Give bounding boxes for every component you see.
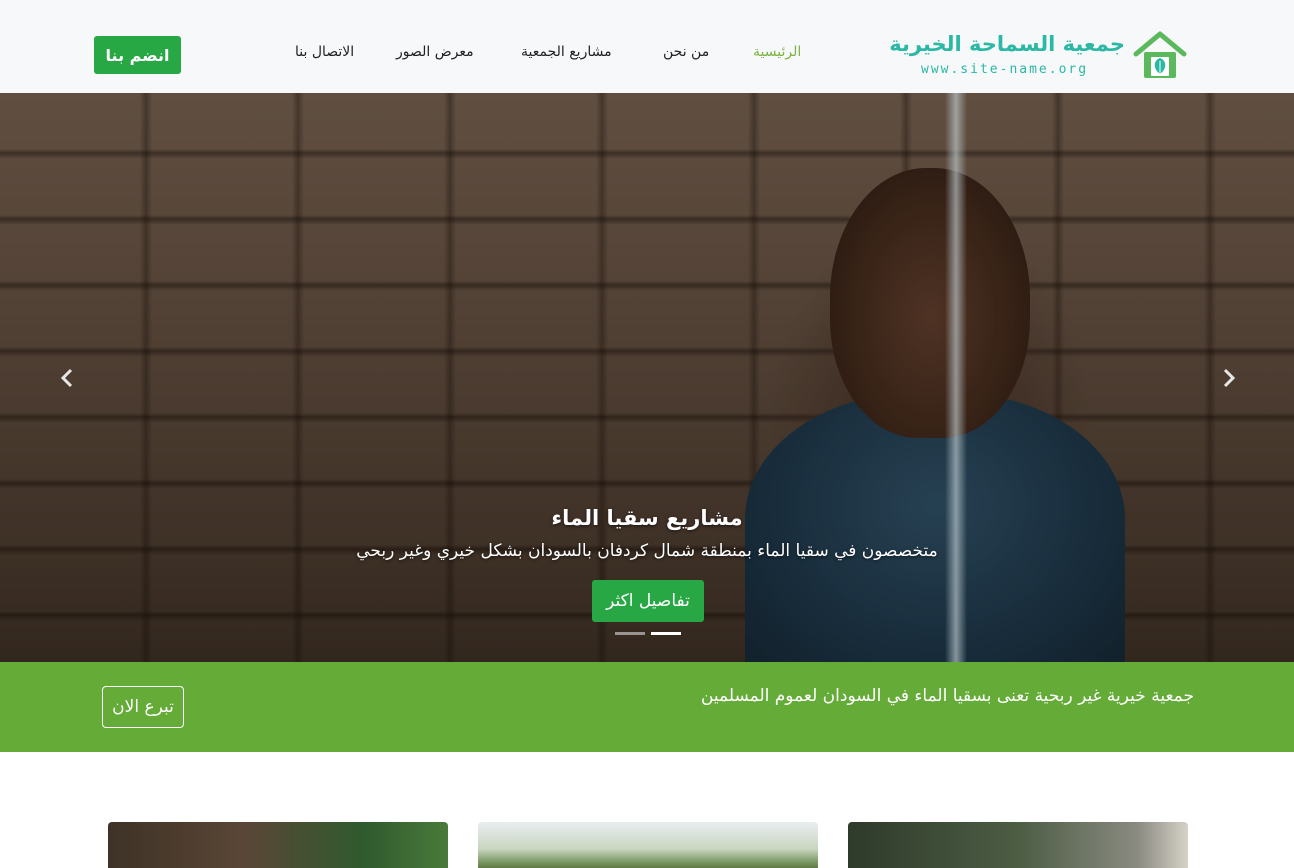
logo-url: www.site-name.org bbox=[921, 62, 1089, 77]
carousel-indicator-1[interactable] bbox=[615, 632, 645, 635]
nav-item-projects[interactable]: مشاريع الجمعية bbox=[521, 44, 612, 66]
hero-carousel: مشاريع سقيا الماء متخصصون في سقيا الماء … bbox=[0, 93, 1294, 662]
hero-title: مشاريع سقيا الماء bbox=[551, 506, 743, 530]
nav-item-about[interactable]: من نحن bbox=[663, 44, 709, 66]
chevron-right-icon[interactable] bbox=[1219, 368, 1239, 388]
join-us-button[interactable]: انضم بنا bbox=[94, 36, 181, 74]
donate-now-button[interactable]: تبرع الان bbox=[102, 686, 184, 728]
chevron-left-icon[interactable] bbox=[57, 368, 77, 388]
mission-band: جمعية خيرية غير ربحية تعنى بسقيا الماء ف… bbox=[0, 662, 1294, 752]
nav-item-gallery[interactable]: معرض الصور bbox=[396, 44, 474, 66]
carousel-indicator-2[interactable] bbox=[651, 632, 681, 635]
hero-overlay bbox=[0, 93, 1294, 662]
mission-text: جمعية خيرية غير ربحية تعنى بسقيا الماء ف… bbox=[700, 686, 1194, 706]
house-leaf-icon bbox=[1133, 31, 1187, 78]
nav-item-home[interactable]: الرئيسية bbox=[753, 44, 801, 66]
more-details-button[interactable]: تفاصيل اكثر bbox=[592, 580, 704, 622]
nav-item-contact[interactable]: الاتصال بنا bbox=[295, 44, 354, 66]
logo-title: جمعية السماحة الخيرية bbox=[889, 32, 1125, 56]
site-logo[interactable]: جمعية السماحة الخيرية www.site-name.org bbox=[889, 28, 1188, 80]
project-card-image[interactable] bbox=[478, 822, 818, 868]
site-header: انضم بنا الاتصال بنا معرض الصور مشاريع ا… bbox=[0, 0, 1294, 93]
project-card-image[interactable] bbox=[108, 822, 448, 868]
hero-subtitle: متخصصون في سقيا الماء بمنطقة شمال كردفان… bbox=[356, 541, 938, 561]
project-card-image[interactable] bbox=[848, 822, 1188, 868]
